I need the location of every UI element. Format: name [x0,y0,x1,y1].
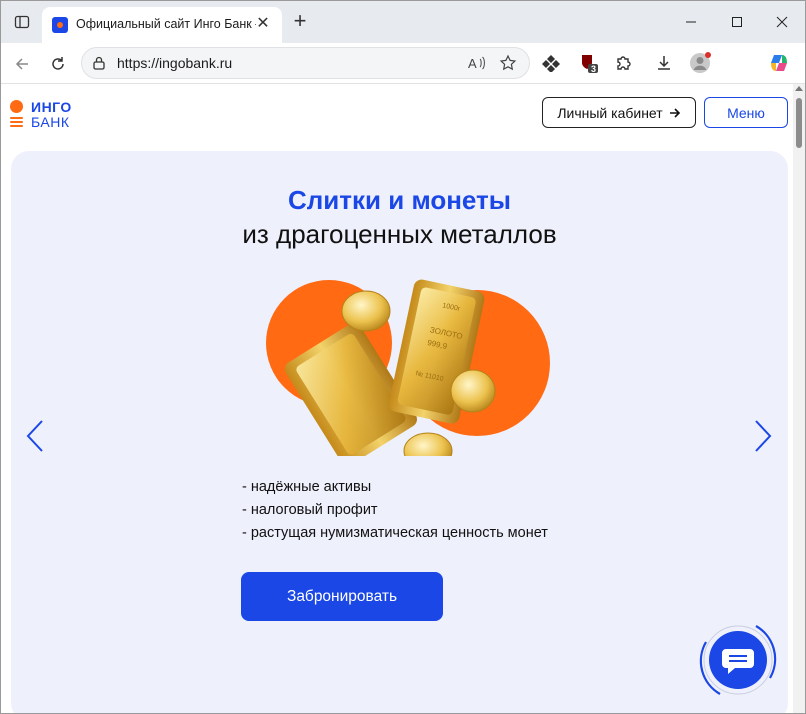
personal-account-button[interactable]: Личный кабинет [542,97,696,128]
extension-badge: 3 [591,64,597,74]
close-icon[interactable]: ✕ [254,15,272,33]
avatar-icon[interactable] [689,52,711,74]
lock-icon[interactable] [92,55,106,76]
hero-title-highlight: Слитки и монеты [288,185,511,215]
scroll-thumb[interactable] [796,98,802,148]
page-scrollbar[interactable] [793,84,805,713]
carousel-next-arrow-icon[interactable] [753,419,773,458]
hero-title: из драгоценных металлов [242,219,557,249]
sidebar-toggle-icon[interactable] [11,11,33,33]
download-icon[interactable] [653,52,675,74]
close-window-icon[interactable] [762,9,802,35]
arrow-right-icon [669,107,680,118]
title-bar: Официальный сайт Инго Банк – ✕ + [1,1,805,43]
carousel-prev-arrow-icon[interactable] [25,419,45,458]
hero-banner: Слитки и монеты из драгоценных металлов [11,151,788,713]
gold-coin [341,290,391,332]
gold-coin [450,369,496,413]
logo-lines [10,117,23,129]
logo-text-ingo: ИНГО [31,99,72,115]
ublock-icon[interactable]: 3 [578,52,600,74]
benefit-item: - налоговый профит [242,502,378,518]
menu-button[interactable]: Меню [704,97,788,128]
diamond-extension-icon[interactable] [540,52,562,74]
benefits-list: - надёжные активы - налоговый профит - р… [242,476,548,545]
address-bar[interactable]: https://ingobank.ru A [81,47,530,79]
ingo-favicon-icon [52,17,68,33]
logo-mark-icon [10,100,23,113]
scroll-up-icon[interactable] [795,86,803,91]
gold-coin [403,432,453,470]
svg-text:A: A [468,56,477,71]
book-button-label: Забронировать [286,587,398,605]
tab-title: Официальный сайт Инго Банк – [76,17,256,31]
browser-window: Официальный сайт Инго Банк – ✕ + https:/… [0,0,806,714]
puzzle-icon[interactable] [613,52,635,74]
browser-tab[interactable]: Официальный сайт Инго Банк – ✕ [42,7,282,43]
navigation-bar: https://ingobank.ru A 3 [1,43,805,84]
logo-text-bank: БАНК [31,114,70,130]
plus-icon[interactable]: + [289,10,311,33]
gold-bars-coins-illustration: ЗОЛОТО 999,9 № 11010 1000г [261,261,551,470]
personal-account-label: Личный кабинет [557,104,663,121]
chat-widget-button[interactable] [694,616,782,704]
read-aloud-icon[interactable]: A [467,53,487,73]
minimize-icon[interactable] [671,9,711,35]
back-arrow-icon[interactable] [9,51,35,77]
menu-label: Меню [727,104,765,121]
benefit-item: - растущая нумизматическая ценность моне… [242,525,548,541]
benefit-item: - надёжные активы [242,479,372,495]
star-icon[interactable] [498,53,518,73]
maximize-icon[interactable] [717,9,757,35]
book-button[interactable]: Забронировать [241,572,443,621]
url-text[interactable]: https://ingobank.ru [117,55,232,71]
copilot-icon[interactable] [768,52,790,74]
web-page: ИНГО БАНК Личный кабинет Меню Слитки и м… [1,84,793,713]
refresh-icon[interactable] [45,51,71,77]
ingo-bank-logo[interactable]: ИНГО БАНК [10,99,80,130]
